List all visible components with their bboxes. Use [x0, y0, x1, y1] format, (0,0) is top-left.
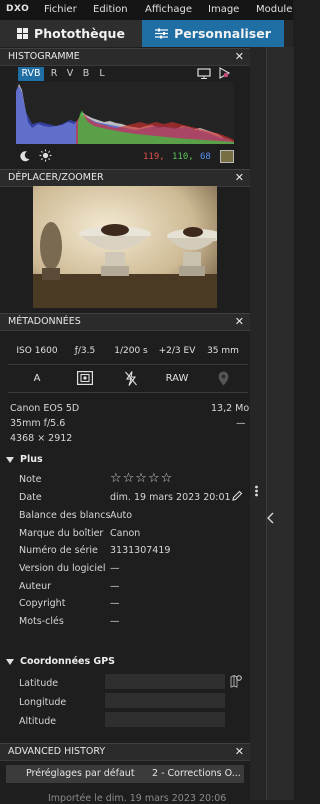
color-swatch — [220, 150, 234, 163]
metadata-title: MÉTADONNÉES — [8, 316, 81, 327]
divider — [8, 392, 248, 393]
history-left-label: Préréglages par défaut — [26, 768, 135, 779]
grid-icon — [17, 28, 29, 39]
module-tabs: Photothèque Personnaliser — [0, 20, 293, 47]
label-software: Version du logiciel — [19, 563, 106, 574]
image-area-edge — [266, 47, 294, 800]
advanced-history-title: ADVANCED HISTORY — [8, 746, 106, 757]
channel-rgb[interactable]: RVB — [18, 67, 44, 81]
latitude-field[interactable] — [105, 674, 225, 689]
history-right-label: 2 - Corrections O... — [152, 768, 240, 779]
value-keywords: — — [110, 616, 120, 627]
tab-customize-label: Personnaliser — [174, 26, 271, 41]
menu-fichier[interactable]: Fichier — [44, 4, 77, 15]
menu-edition[interactable]: Edition — [93, 4, 128, 15]
sun-icon[interactable] — [39, 149, 52, 162]
label-camera-make: Marque du boîtier — [19, 528, 104, 539]
value-copyright: — — [110, 598, 120, 609]
expand-triangle-icon — [6, 457, 14, 463]
label-latitude: Latitude — [19, 678, 59, 689]
label-longitude: Longitude — [19, 697, 67, 708]
channel-b[interactable]: B — [80, 67, 92, 81]
monitor-icon[interactable] — [197, 68, 211, 79]
rating-stars[interactable]: ☆☆☆☆☆ — [110, 471, 173, 486]
navigator-preview[interactable] — [33, 186, 223, 308]
history-import-date: Importée le dim. 19 mars 2023 20:06 — [48, 793, 227, 804]
lens-extra: — — [236, 418, 246, 429]
gamut-icon[interactable] — [218, 67, 231, 79]
metering-icon — [62, 368, 108, 388]
app-logo: DXO — [6, 4, 30, 14]
rgb-value-b: 68 — [200, 152, 211, 162]
value-white-balance: Auto — [110, 510, 133, 521]
plus-title: Plus — [20, 454, 43, 465]
image-dimensions: 4368 × 2912 — [10, 433, 73, 444]
map-pin-icon[interactable] — [230, 674, 242, 688]
close-icon[interactable]: ✕ — [235, 315, 244, 328]
gps-section-toggle[interactable]: Coordonnées GPS — [6, 656, 206, 670]
lens-info: 35mm f/5.6 — [10, 418, 66, 429]
right-panel-strip — [250, 47, 294, 800]
altitude-field[interactable] — [105, 712, 225, 727]
more-options-icon[interactable] — [254, 485, 259, 497]
file-size: 13,2 Mo — [211, 403, 250, 414]
iso-value: ISO 1600 — [16, 345, 58, 356]
focal-length-value: 35 mm — [207, 345, 239, 356]
moon-icon[interactable] — [19, 150, 31, 162]
metadata-header[interactable]: MÉTADONNÉES ✕ — [0, 313, 250, 331]
flash-off-icon — [108, 368, 154, 388]
camera-model: Canon EOS 5D — [10, 403, 80, 414]
exposure-comp-value: +2/3 EV — [158, 345, 196, 356]
menu-bar: DXO Fichier Edition Affichage Image Modu… — [0, 0, 293, 20]
rgb-value-r: 119, — [143, 152, 165, 162]
location-pin-icon — [200, 368, 246, 388]
navigator-header[interactable]: DÉPLACER/ZOOMER ✕ — [0, 169, 250, 187]
menu-affichage[interactable]: Affichage — [145, 4, 192, 15]
navigator-title: DÉPLACER/ZOOMER — [8, 172, 104, 183]
tab-customize[interactable]: Personnaliser — [142, 20, 284, 47]
label-altitude: Altitude — [19, 716, 57, 727]
longitude-field[interactable] — [105, 693, 225, 708]
channel-l[interactable]: L — [96, 67, 108, 81]
value-software: — — [110, 563, 120, 574]
plus-section-toggle[interactable]: Plus — [6, 454, 206, 468]
close-icon[interactable]: ✕ — [235, 745, 244, 758]
close-icon[interactable]: ✕ — [235, 50, 244, 63]
history-entry-selected[interactable]: Préréglages par défaut 2 - Corrections O… — [6, 765, 244, 783]
edit-pencil-icon[interactable] — [232, 490, 243, 501]
menu-image[interactable]: Image — [208, 4, 239, 15]
menu-module[interactable]: Module — [256, 4, 292, 15]
channel-r[interactable]: R — [48, 67, 60, 81]
value-camera-make: Canon — [110, 528, 141, 539]
tab-library[interactable]: Photothèque — [0, 20, 142, 47]
divider — [8, 364, 248, 365]
gps-title: Coordonnées GPS — [20, 656, 116, 667]
value-serial: 3131307419 — [110, 545, 171, 556]
label-author: Auteur — [19, 581, 52, 592]
exposure-program: A — [33, 372, 41, 384]
histogram-graph — [16, 82, 234, 144]
label-copyright: Copyright — [19, 598, 66, 609]
shutter-value: 1/200 s — [114, 345, 148, 356]
advanced-history-header[interactable]: ADVANCED HISTORY ✕ — [0, 743, 250, 761]
aperture-value: ƒ/3.5 — [74, 345, 96, 356]
value-author: — — [110, 581, 120, 592]
channel-v[interactable]: V — [64, 67, 76, 81]
label-white-balance: Balance des blancs — [19, 510, 111, 521]
histogram-title: HISTOGRAMME — [8, 51, 80, 62]
sliders-icon — [155, 28, 169, 39]
label-keywords: Mots-clés — [19, 616, 64, 627]
tab-library-label: Photothèque — [34, 26, 125, 41]
label-serial: Numéro de série — [19, 545, 98, 556]
histogram-header[interactable]: HISTOGRAMME ✕ — [0, 48, 250, 66]
close-icon[interactable]: ✕ — [235, 171, 244, 184]
expand-triangle-icon — [6, 659, 14, 665]
label-date: Date — [19, 492, 42, 503]
label-note: Note — [19, 474, 42, 485]
raw-format: RAW — [165, 372, 189, 384]
rgb-value-g: 110, — [172, 152, 194, 162]
value-date: dim. 19 mars 2023 20:01 — [110, 492, 231, 503]
collapse-chevron-icon[interactable] — [267, 512, 274, 524]
